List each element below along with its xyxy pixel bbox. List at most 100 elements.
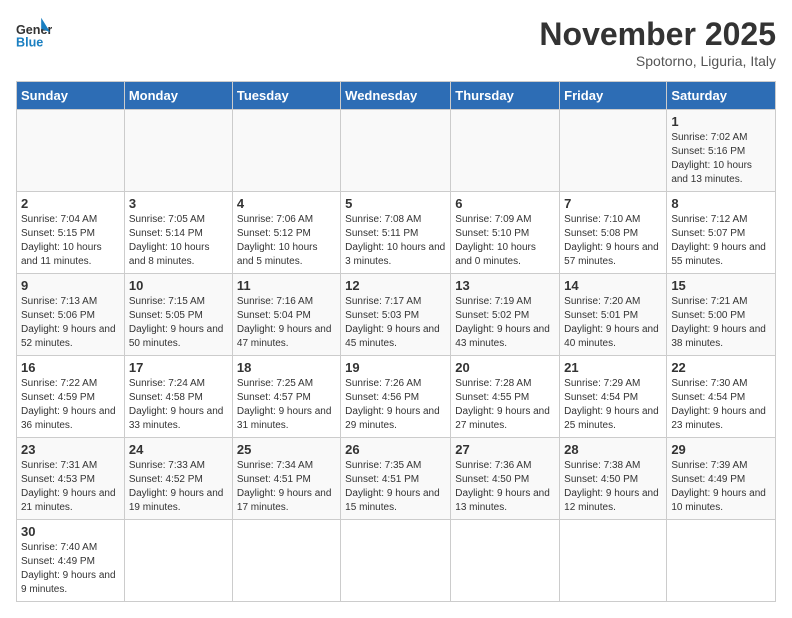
day-info: Sunrise: 7:10 AM Sunset: 5:08 PM Dayligh…: [564, 213, 662, 269]
day-number: 22: [671, 360, 771, 375]
day-info: Sunrise: 7:30 AM Sunset: 4:54 PM Dayligh…: [671, 377, 771, 433]
day-number: 26: [345, 442, 446, 457]
day-info: Sunrise: 7:40 AM Sunset: 4:49 PM Dayligh…: [21, 541, 120, 597]
day-number: 17: [129, 360, 228, 375]
day-info: Sunrise: 7:39 AM Sunset: 4:49 PM Dayligh…: [671, 459, 771, 515]
day-number: 7: [564, 196, 662, 211]
day-info: Sunrise: 7:28 AM Sunset: 4:55 PM Dayligh…: [455, 377, 555, 433]
day-info: Sunrise: 7:04 AM Sunset: 5:15 PM Dayligh…: [21, 213, 120, 269]
calendar-cell: 6Sunrise: 7:09 AM Sunset: 5:10 PM Daylig…: [451, 192, 560, 274]
weekday-header-friday: Friday: [560, 82, 667, 110]
calendar-cell: 19 Sunrise: 7:26 AM Sunset: 4:56 PM Dayli…: [341, 356, 451, 438]
calendar-cell: 9 Sunrise: 7:13 AM Sunset: 5:06 PM Daylig…: [17, 274, 125, 356]
day-number: 6: [455, 196, 555, 211]
day-info: Sunrise: 7:20 AM Sunset: 5:01 PM Dayligh…: [564, 295, 662, 351]
svg-text:Blue: Blue: [16, 36, 43, 50]
day-info: Sunrise: 7:24 AM Sunset: 4:58 PM Dayligh…: [129, 377, 228, 433]
day-number: 12: [345, 278, 446, 293]
day-info: Sunrise: 7:16 AM Sunset: 5:04 PM Dayligh…: [237, 295, 336, 351]
calendar-cell: 5 Sunrise: 7:08 AM Sunset: 5:11 PM Daylig…: [341, 192, 451, 274]
calendar-cell: [451, 520, 560, 602]
calendar-cell: 15 Sunrise: 7:21 AM Sunset: 5:00 PM Dayli…: [667, 274, 776, 356]
calendar-cell: [124, 110, 232, 192]
day-number: 27: [455, 442, 555, 457]
calendar-cell: 29 Sunrise: 7:39 AM Sunset: 4:49 PM Dayli…: [667, 438, 776, 520]
calendar-table: SundayMondayTuesdayWednesdayThursdayFrid…: [16, 81, 776, 602]
calendar-cell: 28Sunrise: 7:38 AM Sunset: 4:50 PM Dayli…: [560, 438, 667, 520]
day-number: 29: [671, 442, 771, 457]
calendar-week-1: 1 Sunrise: 7:02 AM Sunset: 5:16 PM Daylig…: [17, 110, 776, 192]
calendar-cell: 27Sunrise: 7:36 AM Sunset: 4:50 PM Dayli…: [451, 438, 560, 520]
day-info: Sunrise: 7:17 AM Sunset: 5:03 PM Dayligh…: [345, 295, 446, 351]
day-number: 9: [21, 278, 120, 293]
page-header: General Blue November 2025 Spotorno, Lig…: [16, 16, 776, 69]
title-block: November 2025 Spotorno, Liguria, Italy: [539, 16, 776, 69]
day-info: Sunrise: 7:35 AM Sunset: 4:51 PM Dayligh…: [345, 459, 446, 515]
day-number: 16: [21, 360, 120, 375]
day-number: 20: [455, 360, 555, 375]
calendar-cell: 23 Sunrise: 7:31 AM Sunset: 4:53 PM Dayli…: [17, 438, 125, 520]
calendar-cell: 17 Sunrise: 7:24 AM Sunset: 4:58 PM Dayli…: [124, 356, 232, 438]
day-number: 3: [129, 196, 228, 211]
day-info: Sunrise: 7:38 AM Sunset: 4:50 PM Dayligh…: [564, 459, 662, 515]
calendar-cell: 4Sunrise: 7:06 AM Sunset: 5:12 PM Daylig…: [232, 192, 340, 274]
calendar-week-2: 2Sunrise: 7:04 AM Sunset: 5:15 PM Daylig…: [17, 192, 776, 274]
calendar-cell: 13 Sunrise: 7:19 AM Sunset: 5:02 PM Dayli…: [451, 274, 560, 356]
logo-icon: General Blue: [16, 16, 52, 52]
day-info: Sunrise: 7:21 AM Sunset: 5:00 PM Dayligh…: [671, 295, 771, 351]
calendar-week-4: 16 Sunrise: 7:22 AM Sunset: 4:59 PM Dayli…: [17, 356, 776, 438]
calendar-cell: [341, 520, 451, 602]
day-number: 25: [237, 442, 336, 457]
day-number: 15: [671, 278, 771, 293]
day-info: Sunrise: 7:13 AM Sunset: 5:06 PM Dayligh…: [21, 295, 120, 351]
calendar-cell: 26 Sunrise: 7:35 AM Sunset: 4:51 PM Dayli…: [341, 438, 451, 520]
day-number: 30: [21, 524, 120, 539]
calendar-cell: 21 Sunrise: 7:29 AM Sunset: 4:54 PM Dayli…: [560, 356, 667, 438]
calendar-cell: [232, 110, 340, 192]
day-number: 1: [671, 114, 771, 129]
day-info: Sunrise: 7:31 AM Sunset: 4:53 PM Dayligh…: [21, 459, 120, 515]
calendar-cell: 11Sunrise: 7:16 AM Sunset: 5:04 PM Dayli…: [232, 274, 340, 356]
calendar-cell: 3Sunrise: 7:05 AM Sunset: 5:14 PM Daylig…: [124, 192, 232, 274]
calendar-cell: [560, 520, 667, 602]
calendar-cell: 14 Sunrise: 7:20 AM Sunset: 5:01 PM Dayli…: [560, 274, 667, 356]
calendar-cell: 18 Sunrise: 7:25 AM Sunset: 4:57 PM Dayli…: [232, 356, 340, 438]
day-number: 10: [129, 278, 228, 293]
day-number: 21: [564, 360, 662, 375]
calendar-cell: 7 Sunrise: 7:10 AM Sunset: 5:08 PM Daylig…: [560, 192, 667, 274]
subtitle: Spotorno, Liguria, Italy: [539, 53, 776, 69]
day-info: Sunrise: 7:15 AM Sunset: 5:05 PM Dayligh…: [129, 295, 228, 351]
calendar-cell: 12 Sunrise: 7:17 AM Sunset: 5:03 PM Dayli…: [341, 274, 451, 356]
day-info: Sunrise: 7:19 AM Sunset: 5:02 PM Dayligh…: [455, 295, 555, 351]
calendar-week-6: 30 Sunrise: 7:40 AM Sunset: 4:49 PM Dayli…: [17, 520, 776, 602]
weekday-header-monday: Monday: [124, 82, 232, 110]
weekday-header-saturday: Saturday: [667, 82, 776, 110]
day-info: Sunrise: 7:33 AM Sunset: 4:52 PM Dayligh…: [129, 459, 228, 515]
day-number: 18: [237, 360, 336, 375]
calendar-cell: [667, 520, 776, 602]
day-number: 23: [21, 442, 120, 457]
calendar-cell: [17, 110, 125, 192]
calendar-cell: [560, 110, 667, 192]
day-info: Sunrise: 7:02 AM Sunset: 5:16 PM Dayligh…: [671, 131, 771, 187]
calendar-cell: 25Sunrise: 7:34 AM Sunset: 4:51 PM Dayli…: [232, 438, 340, 520]
day-info: Sunrise: 7:12 AM Sunset: 5:07 PM Dayligh…: [671, 213, 771, 269]
calendar-cell: 10 Sunrise: 7:15 AM Sunset: 5:05 PM Dayli…: [124, 274, 232, 356]
calendar-cell: 16 Sunrise: 7:22 AM Sunset: 4:59 PM Dayli…: [17, 356, 125, 438]
calendar-cell: 22 Sunrise: 7:30 AM Sunset: 4:54 PM Dayli…: [667, 356, 776, 438]
day-number: 19: [345, 360, 446, 375]
weekday-header-wednesday: Wednesday: [341, 82, 451, 110]
day-info: Sunrise: 7:29 AM Sunset: 4:54 PM Dayligh…: [564, 377, 662, 433]
day-info: Sunrise: 7:26 AM Sunset: 4:56 PM Dayligh…: [345, 377, 446, 433]
day-info: Sunrise: 7:25 AM Sunset: 4:57 PM Dayligh…: [237, 377, 336, 433]
calendar-week-3: 9 Sunrise: 7:13 AM Sunset: 5:06 PM Daylig…: [17, 274, 776, 356]
weekday-header-tuesday: Tuesday: [232, 82, 340, 110]
day-number: 5: [345, 196, 446, 211]
day-info: Sunrise: 7:22 AM Sunset: 4:59 PM Dayligh…: [21, 377, 120, 433]
calendar-cell: 24Sunrise: 7:33 AM Sunset: 4:52 PM Dayli…: [124, 438, 232, 520]
logo: General Blue: [16, 16, 52, 52]
weekday-header-thursday: Thursday: [451, 82, 560, 110]
day-number: 14: [564, 278, 662, 293]
day-number: 13: [455, 278, 555, 293]
day-info: Sunrise: 7:08 AM Sunset: 5:11 PM Dayligh…: [345, 213, 446, 269]
